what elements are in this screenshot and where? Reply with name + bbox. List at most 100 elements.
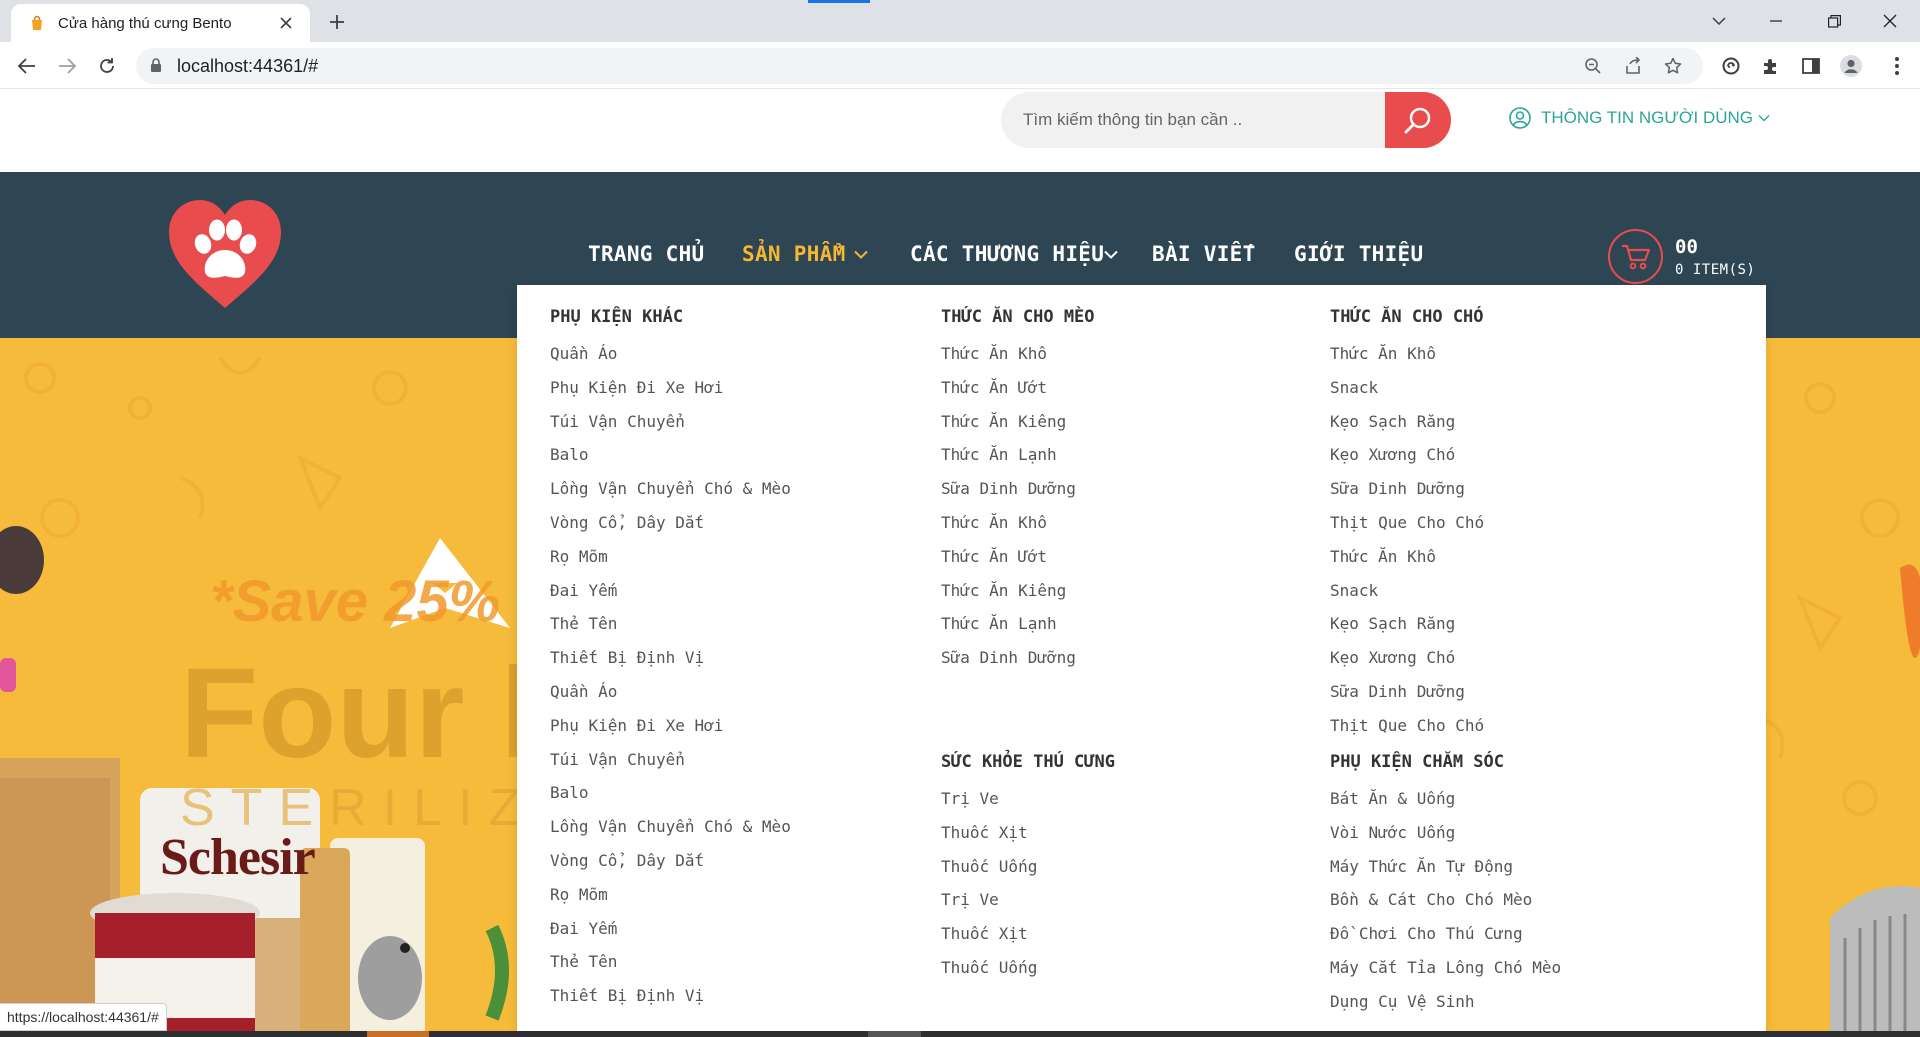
- mega-menu-link[interactable]: Thức Ăn Khô: [1330, 337, 1484, 371]
- mega-menu-link[interactable]: Túi Vận Chuyển: [550, 743, 791, 777]
- mega-menu-link[interactable]: Thức Ăn Khô: [941, 506, 1095, 540]
- paw-heart-logo[interactable]: [167, 198, 283, 310]
- mega-menu-link[interactable]: Thức Ăn Ướt: [941, 371, 1095, 405]
- mega-menu-link[interactable]: Thẻ Tên: [550, 607, 791, 641]
- mega-menu-link[interactable]: Balo: [550, 438, 791, 472]
- zoom-icon[interactable]: [1577, 50, 1609, 82]
- mega-menu-link[interactable]: Máy Thức Ăn Tự Động: [1330, 850, 1561, 884]
- extensions-puzzle-icon[interactable]: [1755, 50, 1787, 82]
- search-button[interactable]: [1385, 92, 1451, 148]
- mega-heading[interactable]: SỨC KHỎE THÚ CƯNG: [941, 742, 1115, 782]
- mega-menu-link[interactable]: Bát Ăn & Uống: [1330, 782, 1561, 816]
- mega-menu-link[interactable]: Sữa Dinh Dưỡng: [1330, 675, 1484, 709]
- mega-menu-link[interactable]: Snack: [1330, 574, 1484, 608]
- mega-menu-link[interactable]: Thức Ăn Lạnh: [941, 438, 1095, 472]
- mega-menu-link[interactable]: Trị Ve: [941, 883, 1115, 917]
- mega-col-dog-food: THỨC ĂN CHO CHÓ Thức Ăn Khô Snack Kẹo Sạch…: [1330, 297, 1484, 743]
- mega-menu-link[interactable]: Thiết Bị Định Vị: [550, 641, 791, 675]
- browser-tab[interactable]: Cửa hàng thú cưng Bento: [11, 4, 310, 42]
- nav-brands[interactable]: CÁC THƯƠNG HIỆU: [910, 242, 1118, 266]
- mega-heading[interactable]: THỨC ĂN CHO MÈO: [941, 297, 1095, 337]
- mega-menu-link[interactable]: Phụ Kiện Đi Xe Hơi: [550, 709, 791, 743]
- close-window-icon[interactable]: [1860, 0, 1920, 42]
- mega-menu-link[interactable]: Kẹo Sạch Răng: [1330, 405, 1484, 439]
- mega-menu-link[interactable]: Vòi Nước Uống: [1330, 816, 1561, 850]
- sync-extension-icon[interactable]: [1715, 50, 1747, 82]
- mega-menu-link[interactable]: Rọ Mõm: [550, 878, 791, 912]
- restore-window-icon[interactable]: [1804, 0, 1864, 42]
- mega-menu-link[interactable]: Balo: [550, 776, 791, 810]
- lock-icon[interactable]: [150, 58, 162, 73]
- tab-search-chevron-icon[interactable]: [1689, 0, 1749, 42]
- mega-menu-link[interactable]: Phụ Kiện Đi Xe Hơi: [550, 371, 791, 405]
- nav-about[interactable]: GIỚI THIỆU: [1294, 242, 1423, 266]
- cart-button[interactable]: [1608, 229, 1663, 284]
- mega-menu-link[interactable]: Kẹo Sạch Răng: [1330, 607, 1484, 641]
- nav-products[interactable]: SẢN PHẨM: [742, 242, 868, 266]
- mega-menu-link[interactable]: Đai Yếm: [550, 574, 791, 608]
- mega-menu-link[interactable]: Thẻ Tên: [550, 945, 791, 979]
- mega-menu-link[interactable]: Quần Áo: [550, 675, 791, 709]
- site-top-bar: THÔNG TIN NGƯỜI DÙNG: [0, 89, 1920, 172]
- bookmark-star-icon[interactable]: [1657, 50, 1689, 82]
- mega-menu-link[interactable]: Lồng Vận Chuyển Chó & Mèo: [550, 472, 791, 506]
- mega-menu-link[interactable]: Bồn & Cát Cho Chó Mèo: [1330, 883, 1561, 917]
- tab-activity-indicator: [808, 0, 870, 3]
- more-menu-icon[interactable]: [1881, 50, 1913, 82]
- mega-col-pet-health: SỨC KHỎE THÚ CƯNG Trị Ve Thuốc Xịt Thuốc U…: [941, 742, 1115, 985]
- mega-menu-link[interactable]: Sữa Dinh Dưỡng: [941, 641, 1095, 675]
- mega-menu-link[interactable]: Thuốc Xịt: [941, 816, 1115, 850]
- nav-home[interactable]: TRANG CHỦ: [588, 242, 705, 266]
- mega-menu-link[interactable]: Kẹo Xương Chó: [1330, 641, 1484, 675]
- mega-menu-link[interactable]: Thuốc Uống: [941, 850, 1115, 884]
- forward-arrow-icon[interactable]: [51, 50, 83, 82]
- mega-menu-link[interactable]: Quần Áo: [550, 337, 791, 371]
- side-panel-icon[interactable]: [1795, 50, 1827, 82]
- minimize-icon[interactable]: [1746, 0, 1806, 42]
- mega-menu-link[interactable]: Snack: [1330, 371, 1484, 405]
- mega-menu-link[interactable]: Lồng Vận Chuyển Chó & Mèo: [550, 810, 791, 844]
- mega-menu-link[interactable]: Vòng Cổ, Dây Dắt: [550, 844, 791, 878]
- address-bar[interactable]: localhost:44361/#: [136, 48, 1703, 84]
- cart-count: 00: [1675, 236, 1698, 258]
- mega-menu-link[interactable]: Thức Ăn Lạnh: [941, 607, 1095, 641]
- mega-col-cat-food: THỨC ĂN CHO MÈO Thức Ăn Khô Thức Ăn Ướt Th…: [941, 297, 1095, 675]
- profile-avatar-icon[interactable]: [1835, 50, 1867, 82]
- user-info-menu[interactable]: THÔNG TIN NGƯỜI DÙNG: [1509, 107, 1770, 129]
- mega-menu-link[interactable]: Thịt Que Cho Chó: [1330, 709, 1484, 743]
- nav-articles[interactable]: BÀI VIẾT: [1152, 242, 1256, 266]
- cart-items-label: 0 ITEM(S): [1675, 262, 1756, 278]
- close-tab-icon[interactable]: [274, 11, 298, 35]
- reload-icon[interactable]: [91, 50, 123, 82]
- search-input[interactable]: [1023, 92, 1363, 148]
- mega-menu-link[interactable]: Thiết Bị Định Vị: [550, 979, 791, 1013]
- mega-heading[interactable]: PHỤ KIỆN KHÁC: [550, 297, 791, 337]
- mega-menu-link[interactable]: Thịt Que Cho Chó: [1330, 506, 1484, 540]
- mega-menu-link[interactable]: Thức Ăn Khô: [941, 337, 1095, 371]
- mega-menu-link[interactable]: Sữa Dinh Dưỡng: [941, 472, 1095, 506]
- search-icon: [1404, 107, 1431, 134]
- mega-menu-link[interactable]: Túi Vận Chuyển: [550, 405, 791, 439]
- share-icon[interactable]: [1617, 50, 1649, 82]
- new-tab-button[interactable]: [322, 7, 352, 37]
- mega-menu-link[interactable]: Sữa Dinh Dưỡng: [1330, 472, 1484, 506]
- mega-menu-link[interactable]: Thức Ăn Kiêng: [941, 405, 1095, 439]
- mega-menu-link[interactable]: Thức Ăn Ướt: [941, 540, 1095, 574]
- mega-menu-link[interactable]: Thức Ăn Khô: [1330, 540, 1484, 574]
- mega-menu-link[interactable]: Thuốc Xịt: [941, 917, 1115, 951]
- mega-menu-link[interactable]: Kẹo Xương Chó: [1330, 438, 1484, 472]
- nav-products-label: SẢN PHẨM: [742, 242, 846, 266]
- mega-menu-link[interactable]: Trị Ve: [941, 782, 1115, 816]
- mega-menu-link[interactable]: Thức Ăn Kiêng: [941, 574, 1095, 608]
- mega-heading[interactable]: THỨC ĂN CHO CHÓ: [1330, 297, 1484, 337]
- mega-menu-link[interactable]: Dụng Cụ Vệ Sinh: [1330, 985, 1561, 1019]
- mega-menu-link[interactable]: Đồ Chơi Cho Thú Cưng: [1330, 917, 1561, 951]
- mega-menu-link[interactable]: Đai Yếm: [550, 912, 791, 946]
- status-bar-url: https://localhost:44361/#: [0, 1003, 167, 1031]
- back-arrow-icon[interactable]: [11, 50, 43, 82]
- mega-menu-link[interactable]: Máy Cắt Tỉa Lông Chó Mèo: [1330, 951, 1561, 985]
- mega-heading[interactable]: PHỤ KIỆN CHĂM SÓC: [1330, 742, 1561, 782]
- mega-menu-link[interactable]: Rọ Mõm: [550, 540, 791, 574]
- mega-menu-link[interactable]: Vòng Cổ, Dây Dắt: [550, 506, 791, 540]
- mega-menu-link[interactable]: Thuốc Uống: [941, 951, 1115, 985]
